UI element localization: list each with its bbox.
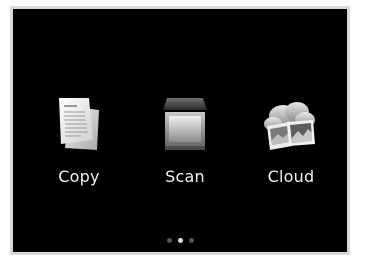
page-dot-active [177, 238, 183, 243]
copy-app-button[interactable]: Copy [34, 92, 124, 202]
cloud-app-button[interactable]: Cloud [246, 92, 336, 202]
cloud-photos-icon [264, 102, 315, 150]
copy-app-label: Copy [58, 167, 100, 186]
page-dot [188, 238, 194, 243]
printer-display-frame: Copy Scan Cloud [10, 6, 350, 255]
scan-app-label: Scan [165, 167, 205, 186]
cloud-app-label: Cloud [267, 167, 315, 186]
flatbed-scanner-icon [163, 98, 207, 150]
home-screen: Copy Scan Cloud [16, 12, 344, 249]
page-dot [166, 238, 172, 243]
page-indicator [16, 238, 344, 244]
copy-document-icon [59, 98, 99, 150]
scan-app-button[interactable]: Scan [140, 92, 230, 202]
